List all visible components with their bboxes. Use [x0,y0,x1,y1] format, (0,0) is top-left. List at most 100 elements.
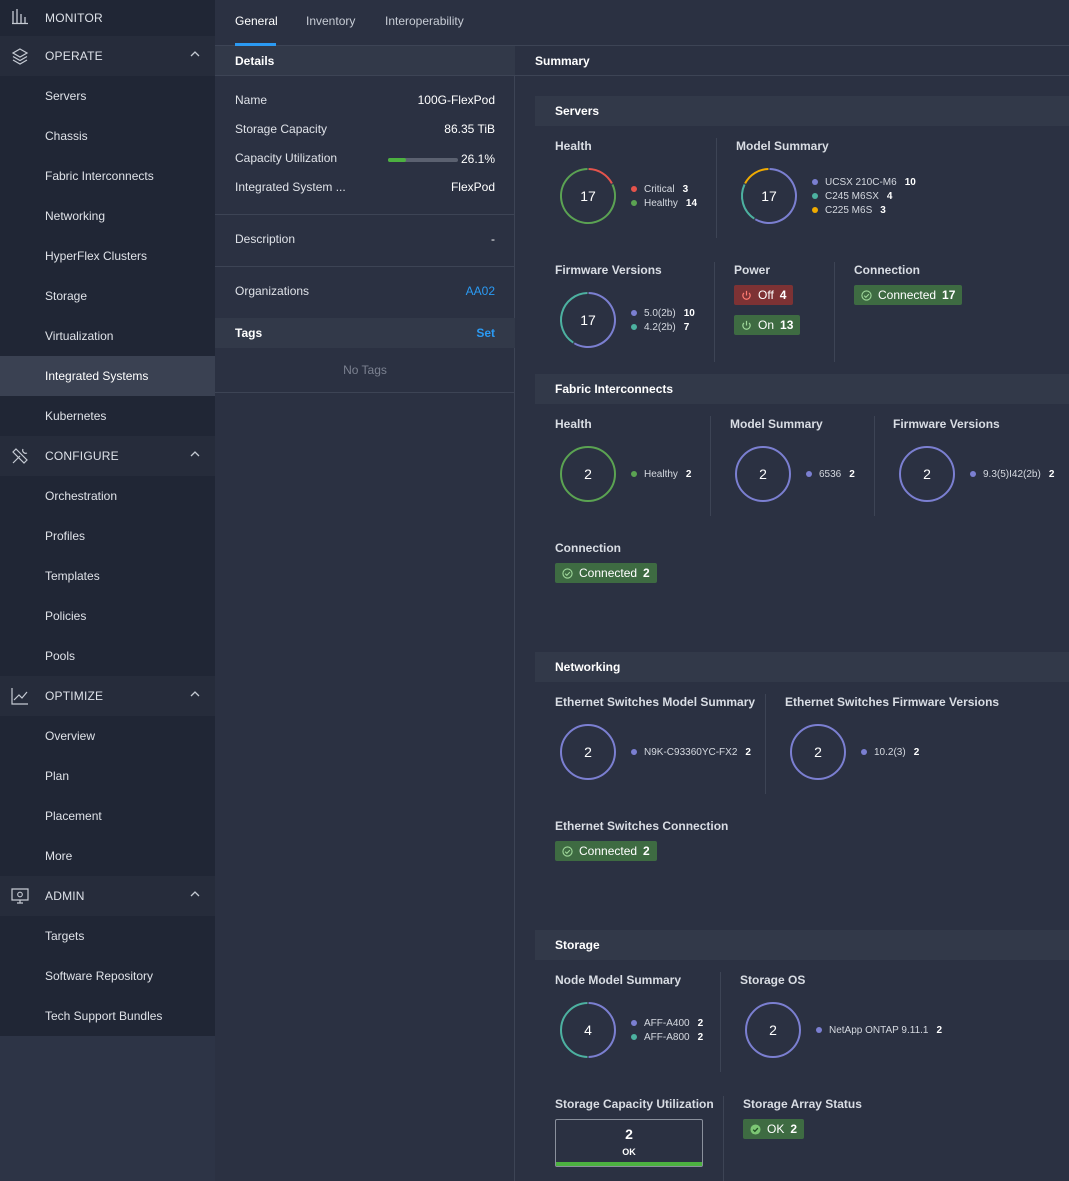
section-title: Storage [555,938,600,952]
power-icon [742,320,751,330]
sidebar-item-networking[interactable]: Networking [0,196,215,236]
sidebar-item-label: Overview [45,729,96,743]
legend-dot [631,324,637,330]
set-tags-link[interactable]: Set [476,326,495,340]
nav-section-operate[interactable]: OPERATE [0,36,215,76]
tab-inventory[interactable]: Inventory [306,14,355,28]
legend-count: 10 [683,307,695,319]
tab-general[interactable]: General [235,14,278,28]
details-header: Details [215,46,515,76]
legend-count: 4 [886,190,893,202]
chevron-up-icon[interactable] [190,689,200,699]
nav-section-configure[interactable]: CONFIGURE [0,436,215,476]
detail-label: Name [235,93,268,107]
legend-item: C225 M6S 3 [812,203,916,217]
legend-item: 6536 2 [806,467,855,481]
storage-array-ok-badge[interactable]: OK 2 [743,1119,805,1139]
sidebar-item-plan[interactable]: Plan [0,756,215,796]
sidebar-item-storage[interactable]: Storage [0,276,215,316]
details-panel: Details Name 100G-FlexPod Storage Capaci… [215,46,515,1181]
nav-section-monitor[interactable]: MONITOR [0,0,215,36]
sidebar-item-templates[interactable]: Templates [0,556,215,596]
section-title: Servers [555,104,600,118]
chevron-up-icon[interactable] [190,449,200,459]
chevron-up-icon[interactable] [190,49,200,59]
donut-segment[interactable] [588,168,613,184]
tools-icon [12,448,28,464]
switch-connected-badge[interactable]: Connected 2 [555,841,657,861]
no-tags-text: No Tags [343,363,387,377]
fabric-health-legend: Healthy 2 [631,467,691,481]
legend-label: 10.2(3) [874,746,906,758]
legend-item: AFF-A800 2 [631,1030,703,1044]
storage-capacity-card[interactable]: 2 OK [555,1119,703,1167]
sidebar-item-targets[interactable]: Targets [0,916,215,956]
check-circle-icon [562,567,573,579]
legend-label: 4.2(2b) [644,321,676,333]
fabric-connected-badge[interactable]: Connected 2 [555,563,657,583]
legend-count: 2 [685,468,692,480]
sidebar-item-tech-support-bundles[interactable]: Tech Support Bundles [0,996,215,1036]
divider [215,392,515,393]
legend-dot [631,1034,637,1040]
sidebar-item-more[interactable]: More [0,836,215,876]
nav-section-optimize[interactable]: OPTIMIZE [0,676,215,716]
sidebar-item-label: Plan [45,769,70,783]
legend-item: Healthy 14 [631,196,697,210]
sidebar-item-label: Software Repository [45,969,154,983]
sidebar-item-kubernetes[interactable]: Kubernetes [0,396,215,436]
legend-dot [816,1027,822,1033]
legend-dot [812,207,818,213]
summary-panel: Summary Servers Health 17 Critical 3 Heal… [515,46,1069,1181]
sidebar-item-fabric-interconnects[interactable]: Fabric Interconnects [0,156,215,196]
nav-section-admin[interactable]: ADMIN [0,876,215,916]
sidebar-item-label: Templates [45,569,100,583]
detail-label: Storage Capacity [235,122,328,136]
sidebar-item-integrated-systems[interactable]: Integrated Systems [0,356,215,396]
sidebar-item-servers[interactable]: Servers [0,76,215,116]
tags-title: Tags [235,326,263,340]
sidebar-item-virtualization[interactable]: Virtualization [0,316,215,356]
legend-dot [631,471,637,477]
servers-model-title: Model Summary [736,139,829,153]
tab-interoperability[interactable]: Interoperability [385,14,464,28]
organization-link[interactable]: AA02 [466,284,495,298]
sidebar: MONITOR OPERATE Servers Chassis Fabric I… [0,0,215,1181]
legend-item: Critical 3 [631,182,697,196]
chevron-up-icon[interactable] [190,889,200,899]
detail-name: Name 100G-FlexPod [235,93,495,109]
fabric-health-title: Health [555,417,592,431]
servers-connection-title: Connection [854,263,920,277]
donut-segment[interactable] [744,168,769,184]
nav-section-label: ADMIN [45,889,85,903]
sidebar-item-software-repository[interactable]: Software Repository [0,956,215,996]
badge-label: Off [758,288,774,302]
sidebar-item-placement[interactable]: Placement [0,796,215,836]
legend-dot [970,471,976,477]
legend-dot [812,179,818,185]
layers-icon [11,48,29,65]
check-circle-icon [861,289,872,301]
sidebar-item-overview[interactable]: Overview [0,716,215,756]
sidebar-item-pools[interactable]: Pools [0,636,215,676]
sidebar-item-hyperflex-clusters[interactable]: HyperFlex Clusters [0,236,215,276]
servers-connected-badge[interactable]: Connected 17 [854,285,963,305]
section-title: Fabric Interconnects [555,382,674,396]
sidebar-item-orchestration[interactable]: Orchestration [0,476,215,516]
legend-label: NetApp ONTAP 9.11.1 [829,1024,929,1036]
capacity-progress-bar [388,158,458,162]
storage-section-header: Storage [535,930,1069,960]
servers-section-header: Servers [535,96,1069,126]
power-on-badge[interactable]: On 13 [734,315,801,335]
detail-integrated-system-type: Integrated System ... FlexPod [235,180,495,196]
sidebar-item-chassis[interactable]: Chassis [0,116,215,156]
legend-count: 14 [685,197,698,209]
legend-count: 2 [697,1017,704,1029]
sidebar-item-policies[interactable]: Policies [0,596,215,636]
divider [714,262,715,362]
detail-capacity-utilization: Capacity Utilization 26.1% [235,151,495,168]
power-off-badge[interactable]: Off 4 [734,285,794,305]
capacity-status-bar [556,1162,702,1166]
sidebar-item-profiles[interactable]: Profiles [0,516,215,556]
divider [834,262,835,362]
